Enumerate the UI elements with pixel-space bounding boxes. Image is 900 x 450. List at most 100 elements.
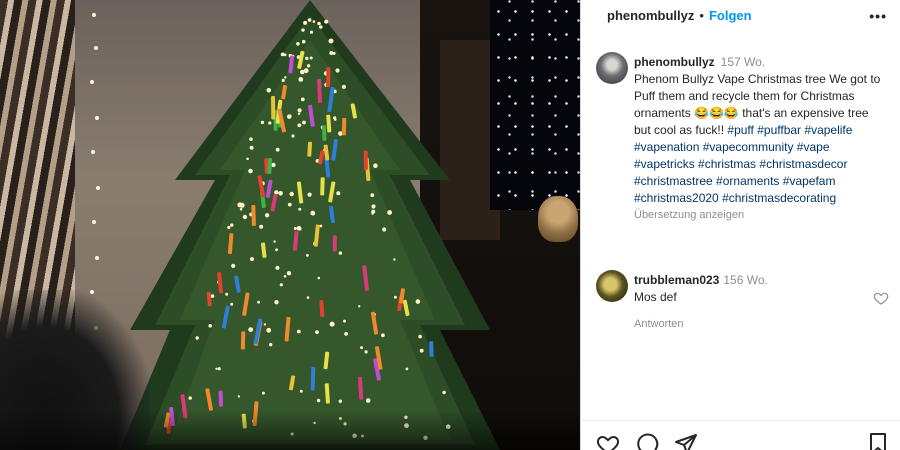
vape-ornament [332,235,337,252]
post-caption: phenombullyz 157 Wo. Phenom Bullyz Vape C… [634,54,886,224]
bookmark-icon[interactable] [866,432,890,450]
tree-light [263,323,267,326]
hashtag[interactable]: #vapetricks [634,157,695,171]
tree-light [301,39,306,44]
tree-light [274,300,279,305]
tree-light [309,56,313,60]
tree-light [278,191,283,196]
tree-light [248,168,253,174]
tree-light [297,112,301,116]
comment-username[interactable]: trubbleman023 [634,273,719,287]
hashtag[interactable]: #vapecommunity [703,140,794,154]
tree-light [269,342,273,347]
hashtag[interactable]: #puff [727,123,753,137]
tree-light [338,251,343,255]
tree-light [310,210,316,216]
tree-light [300,97,305,102]
reply-button[interactable]: Antworten [634,318,684,330]
tree-light [249,137,253,141]
hashtag[interactable]: #ornaments [716,174,779,188]
tree-light [306,64,311,68]
tree-light [264,213,270,218]
tree-light [302,120,306,125]
tree-light [297,226,302,231]
tree-light [273,240,276,243]
tree-light [364,350,368,354]
hashtag[interactable]: #christmastree [634,174,713,188]
tree-light [208,324,212,328]
hashtag[interactable]: #christmas2020 [634,191,719,205]
caption-age: 157 Wo. [720,55,766,69]
vape-ornament [218,390,224,407]
tree-light [259,224,264,229]
hashtag[interactable]: #vape [797,140,830,154]
header-separator: • [699,7,704,23]
tree-light [286,271,292,276]
vape-ornament [363,150,368,170]
tree-light [319,224,323,228]
tree-light [332,51,336,55]
tree-light [297,108,302,113]
hashtag[interactable]: #vapefam [783,174,836,188]
tree-light [266,87,272,93]
more-horizontal-icon[interactable]: ••• [869,8,887,24]
hashtag[interactable]: #puffbar [757,123,801,137]
tree-light [237,395,241,398]
tree-light [257,300,260,304]
translate-link[interactable]: Übersetzung anzeigen [634,207,886,224]
tree-light [335,68,340,73]
tree-light [296,329,301,334]
vape-ornament [307,141,313,157]
post-media[interactable] [0,0,580,450]
comment: trubbleman023 156 Wo. Mos def [634,272,864,306]
header-username[interactable]: phenombullyz [607,8,694,23]
hashtag[interactable]: #christmasdecorating [722,191,836,205]
action-bar [580,420,900,450]
vape-ornament [251,205,256,226]
vape-ornament [326,67,331,88]
comment-icon[interactable] [635,432,659,450]
tree-light [237,202,243,208]
hashtag[interactable]: #christmas [698,157,756,171]
tree-light [296,42,300,46]
hashtag[interactable]: #christmasdecor [759,157,847,171]
hashtag[interactable]: #vapenation [634,140,699,154]
tree-light [283,53,287,57]
tree-light [300,69,305,75]
tree-light [279,283,283,287]
tree-light [309,30,314,34]
tree-light [225,292,229,296]
tree-light [419,348,424,353]
christmas-tree [120,0,500,450]
avatar[interactable] [596,270,628,302]
avatar[interactable] [596,52,628,84]
vape-ornament [240,331,246,350]
tree-light [275,265,280,270]
heart-icon[interactable] [596,432,620,450]
tree-light [215,367,218,370]
follow-button[interactable]: Folgen [709,8,752,23]
tree-light [319,25,323,29]
tree-light [365,398,371,403]
tree-light [195,336,199,340]
tree-light [338,399,342,403]
hashtag[interactable]: #vapelife [804,123,852,137]
share-icon[interactable] [674,432,698,450]
caption-username[interactable]: phenombullyz [634,55,715,69]
tree-light [316,398,321,403]
tree-light [275,147,280,152]
tree-light [418,334,422,339]
tree-light [341,84,346,89]
tree-light [343,319,346,323]
post-header: phenombullyz • Folgen ••• [581,0,900,30]
heart-icon[interactable] [873,290,889,306]
tree-light [305,56,309,61]
tree-light [289,191,294,197]
tree-light [210,294,215,298]
tree-light [360,346,364,350]
tree-light [275,248,278,252]
vape-ornament [310,366,316,391]
vape-ornament [322,125,327,141]
tree-light [242,214,248,220]
tree-light [230,223,234,227]
